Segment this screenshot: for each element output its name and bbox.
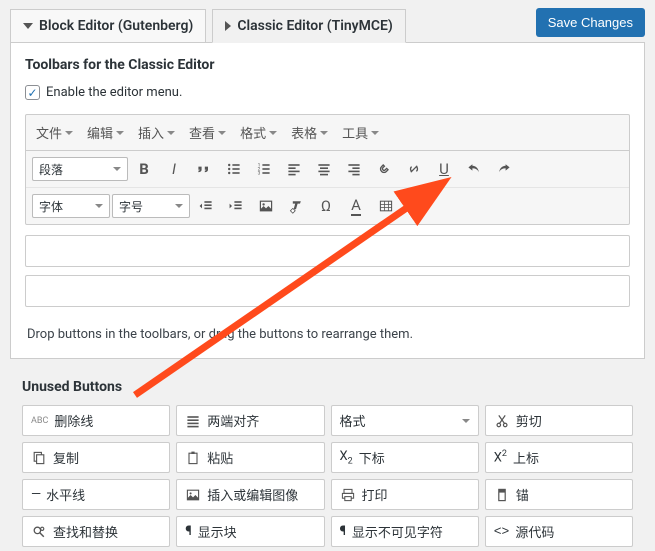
font-family-dropdown[interactable]: 字体 xyxy=(32,194,110,218)
redo-icon[interactable] xyxy=(490,157,518,181)
menu-edit[interactable]: 编辑 xyxy=(81,119,130,146)
checkbox-label: Enable the editor menu. xyxy=(46,85,182,100)
unused-superscript[interactable]: X2上标 xyxy=(485,442,633,473)
indent-icon[interactable] xyxy=(222,194,250,218)
svg-text:3: 3 xyxy=(258,171,261,177)
tab-block-editor[interactable]: Block Editor (Gutenberg) xyxy=(10,9,206,43)
bold-icon[interactable]: B xyxy=(130,157,158,181)
hint-text: Drop buttons in the toolbars, or drag th… xyxy=(25,315,630,354)
save-button[interactable]: Save Changes xyxy=(536,8,645,37)
unused-format-select[interactable]: 格式 xyxy=(331,405,479,436)
menu-view[interactable]: 查看 xyxy=(183,119,232,146)
menu-tools[interactable]: 工具 xyxy=(336,119,385,146)
menu-insert[interactable]: 插入 xyxy=(132,119,181,146)
unused-print[interactable]: 打印 xyxy=(331,479,479,510)
clear-format-icon[interactable] xyxy=(282,194,310,218)
underline-icon[interactable]: U xyxy=(430,157,458,181)
caret-down-icon xyxy=(23,23,33,29)
italic-icon[interactable]: I xyxy=(160,157,188,181)
unused-showblocks[interactable]: ¶显示块 xyxy=(176,516,324,547)
bullet-list-icon[interactable] xyxy=(220,157,248,181)
number-list-icon[interactable]: 123 xyxy=(250,157,278,181)
unused-justify[interactable]: 两端对齐 xyxy=(176,405,324,436)
undo-icon[interactable] xyxy=(460,157,488,181)
unused-copy[interactable]: 复制 xyxy=(22,442,170,473)
unused-cut[interactable]: 剪切 xyxy=(485,405,633,436)
outdent-icon[interactable] xyxy=(192,194,220,218)
unused-visualchars[interactable]: ¶显示不可见字符 xyxy=(331,516,479,547)
unused-anchor[interactable]: 锚 xyxy=(485,479,633,510)
unused-paste[interactable]: 粘贴 xyxy=(176,442,324,473)
paragraph-dropdown[interactable]: 段落 xyxy=(32,157,128,181)
unused-strikethrough[interactable]: ABC删除线 xyxy=(22,405,170,436)
toolbar-dropzone-2[interactable] xyxy=(25,275,630,307)
align-left-icon[interactable] xyxy=(280,157,308,181)
table-icon[interactable] xyxy=(372,194,400,218)
text-color-icon[interactable]: A xyxy=(342,194,370,218)
image-icon[interactable] xyxy=(252,194,280,218)
link-icon[interactable] xyxy=(370,157,398,181)
menu-format[interactable]: 格式 xyxy=(234,119,283,146)
menu-table[interactable]: 表格 xyxy=(285,119,334,146)
unlink-icon[interactable] xyxy=(400,157,428,181)
align-center-icon[interactable] xyxy=(310,157,338,181)
unused-findreplace[interactable]: 查找和替换 xyxy=(22,516,170,547)
editor-toolbar: 文件 编辑 插入 查看 格式 表格 工具 段落 B I 123 U xyxy=(25,114,630,225)
tab-classic-editor[interactable]: Classic Editor (TinyMCE) xyxy=(212,9,405,43)
unused-subscript[interactable]: X2下标 xyxy=(331,442,479,473)
menu-file[interactable]: 文件 xyxy=(30,119,79,146)
toolbar-dropzone-1[interactable] xyxy=(25,235,630,267)
unused-image[interactable]: 插入或编辑图像 xyxy=(176,479,324,510)
help-icon[interactable]: ? xyxy=(402,194,430,218)
svg-text:?: ? xyxy=(414,202,418,211)
align-right-icon[interactable] xyxy=(340,157,368,181)
tab-label: Classic Editor (TinyMCE) xyxy=(237,18,392,34)
special-char-icon[interactable]: Ω xyxy=(312,194,340,218)
enable-menu-checkbox[interactable]: ✓ xyxy=(25,85,40,100)
font-size-dropdown[interactable]: 字号 xyxy=(112,194,190,218)
tab-label: Block Editor (Gutenberg) xyxy=(39,18,193,34)
section-title: Toolbars for the Classic Editor xyxy=(25,57,630,73)
blockquote-icon[interactable] xyxy=(190,157,218,181)
unused-code[interactable]: <>源代码 xyxy=(485,516,633,547)
unused-hr[interactable]: —水平线 xyxy=(22,479,170,510)
unused-buttons-title: Unused Buttons xyxy=(0,369,655,401)
caret-right-icon xyxy=(225,21,231,31)
